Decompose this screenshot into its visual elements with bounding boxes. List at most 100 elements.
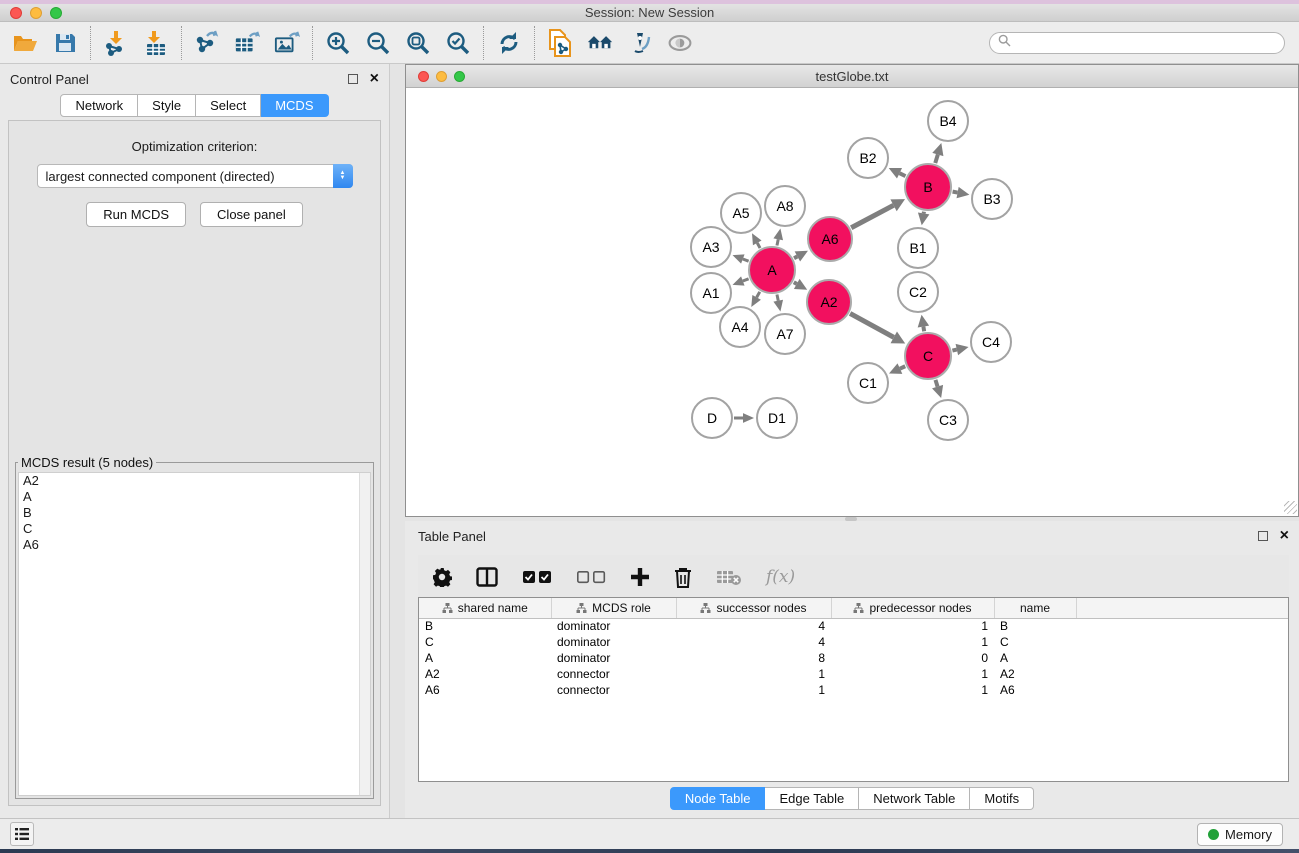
edge-A-A6[interactable] bbox=[794, 256, 797, 258]
cell-successor-nodes[interactable]: 4 bbox=[676, 634, 831, 650]
column-header-predecessor-nodes[interactable]: predecessor nodes bbox=[831, 598, 994, 618]
cell-MCDS-role[interactable]: dominator bbox=[551, 618, 676, 634]
pen-icon[interactable] bbox=[627, 30, 653, 56]
mcds-result-item[interactable]: A2 bbox=[19, 473, 370, 489]
unchecked-pair-icon[interactable] bbox=[576, 570, 606, 584]
graph-node-A1[interactable]: A1 bbox=[690, 272, 732, 314]
search-input[interactable] bbox=[1016, 36, 1276, 50]
node-table[interactable]: shared nameMCDS rolesuccessor nodesprede… bbox=[418, 597, 1289, 782]
edge-A-A2[interactable] bbox=[794, 282, 797, 284]
cell-shared-name[interactable]: A2 bbox=[419, 666, 551, 682]
graph-node-D1[interactable]: D1 bbox=[756, 397, 798, 439]
export-network-icon[interactable] bbox=[194, 30, 220, 56]
mcds-result-item[interactable]: A bbox=[19, 489, 370, 505]
graph-node-A7[interactable]: A7 bbox=[764, 313, 806, 355]
cell-shared-name[interactable]: B bbox=[419, 618, 551, 634]
tab-network-table[interactable]: Network Table bbox=[859, 787, 970, 810]
cell-shared-name[interactable]: A bbox=[419, 650, 551, 666]
open-session-icon[interactable] bbox=[12, 30, 38, 56]
mcds-result-item[interactable]: B bbox=[19, 505, 370, 521]
window-resize-grip[interactable] bbox=[1284, 501, 1297, 514]
graph-node-B1[interactable]: B1 bbox=[897, 227, 939, 269]
graph-node-B4[interactable]: B4 bbox=[927, 100, 969, 142]
cell-successor-nodes[interactable]: 4 bbox=[676, 618, 831, 634]
zoom-out-icon[interactable] bbox=[365, 30, 391, 56]
edge-A6-B[interactable] bbox=[851, 205, 893, 227]
graph-node-C[interactable]: C bbox=[904, 332, 952, 380]
edge-A-A1[interactable] bbox=[743, 279, 749, 281]
edge-C-C2[interactable] bbox=[923, 327, 924, 332]
edge-A-A3[interactable] bbox=[743, 259, 749, 261]
tab-mcds[interactable]: MCDS bbox=[261, 94, 328, 117]
tab-motifs[interactable]: Motifs bbox=[970, 787, 1034, 810]
column-header-shared-name[interactable]: shared name bbox=[419, 598, 551, 618]
graph-node-B2[interactable]: B2 bbox=[847, 137, 889, 179]
network-window-traffic-lights[interactable] bbox=[418, 71, 465, 82]
run-mcds-button[interactable]: Run MCDS bbox=[86, 202, 186, 227]
cell-MCDS-role[interactable]: dominator bbox=[551, 650, 676, 666]
zoom-fit-icon[interactable] bbox=[405, 30, 431, 56]
graph-node-B3[interactable]: B3 bbox=[971, 178, 1013, 220]
search-box[interactable] bbox=[989, 32, 1285, 54]
edge-B-B2[interactable] bbox=[900, 173, 906, 176]
table-row[interactable]: A6connector11A6 bbox=[419, 682, 1289, 698]
tab-network[interactable]: Network bbox=[60, 94, 138, 117]
cell-MCDS-role[interactable]: connector bbox=[551, 666, 676, 682]
graph-node-A6[interactable]: A6 bbox=[807, 216, 853, 262]
graph-node-A4[interactable]: A4 bbox=[719, 306, 761, 348]
import-network-icon[interactable] bbox=[103, 30, 129, 56]
float-table-panel-icon[interactable] bbox=[1258, 531, 1268, 541]
graph-node-B[interactable]: B bbox=[904, 163, 952, 211]
cell-MCDS-role[interactable]: connector bbox=[551, 682, 676, 698]
cell-name[interactable]: A2 bbox=[994, 666, 1076, 682]
zoom-in-icon[interactable] bbox=[325, 30, 351, 56]
cell-name[interactable]: A bbox=[994, 650, 1076, 666]
graph-node-A2[interactable]: A2 bbox=[806, 279, 852, 325]
graph-node-A8[interactable]: A8 bbox=[764, 185, 806, 227]
network-close-icon[interactable] bbox=[418, 71, 429, 82]
cell-successor-nodes[interactable]: 1 bbox=[676, 666, 831, 682]
float-panel-icon[interactable] bbox=[348, 74, 358, 84]
import-table-icon[interactable] bbox=[143, 30, 169, 56]
tab-style[interactable]: Style bbox=[138, 94, 196, 117]
graph-node-C3[interactable]: C3 bbox=[927, 399, 969, 441]
close-panel-button[interactable]: Close panel bbox=[200, 202, 303, 227]
column-header-successor-nodes[interactable]: successor nodes bbox=[676, 598, 831, 618]
table-row[interactable]: Adominator80A bbox=[419, 650, 1289, 666]
graph-node-A[interactable]: A bbox=[748, 246, 796, 294]
cell-predecessor-nodes[interactable]: 1 bbox=[831, 666, 994, 682]
gear-icon[interactable] bbox=[432, 567, 452, 587]
eye-icon[interactable] bbox=[667, 30, 693, 56]
edge-A-A5[interactable] bbox=[757, 243, 760, 248]
columns-icon[interactable] bbox=[476, 567, 498, 587]
cell-predecessor-nodes[interactable]: 1 bbox=[831, 682, 994, 698]
layout-refresh-icon[interactable] bbox=[496, 30, 522, 56]
close-window-icon[interactable] bbox=[10, 7, 22, 19]
list-scrollbar[interactable] bbox=[359, 473, 370, 795]
close-table-panel-icon[interactable]: × bbox=[1280, 531, 1289, 541]
cell-successor-nodes[interactable]: 1 bbox=[676, 682, 831, 698]
graph-node-A3[interactable]: A3 bbox=[690, 226, 732, 268]
table-row[interactable]: Cdominator41C bbox=[419, 634, 1289, 650]
edge-B-B4[interactable] bbox=[935, 154, 938, 163]
network-minimize-icon[interactable] bbox=[436, 71, 447, 82]
column-header-MCDS-role[interactable]: MCDS role bbox=[551, 598, 676, 618]
minimize-window-icon[interactable] bbox=[30, 7, 42, 19]
table-row[interactable]: A2connector11A2 bbox=[419, 666, 1289, 682]
traffic-lights[interactable] bbox=[10, 7, 62, 19]
cell-name[interactable]: C bbox=[994, 634, 1076, 650]
edge-A2-C[interactable] bbox=[850, 313, 894, 337]
network-zoom-icon[interactable] bbox=[454, 71, 465, 82]
edge-C-C3[interactable] bbox=[935, 380, 937, 387]
trash-icon[interactable] bbox=[674, 567, 692, 588]
save-session-icon[interactable] bbox=[52, 30, 78, 56]
function-builder-icon[interactable]: f(x) bbox=[766, 567, 795, 587]
cell-shared-name[interactable]: A6 bbox=[419, 682, 551, 698]
graph-node-D[interactable]: D bbox=[691, 397, 733, 439]
edge-A-A8[interactable] bbox=[777, 239, 778, 245]
edge-C-C4[interactable] bbox=[952, 350, 956, 351]
plus-icon[interactable] bbox=[630, 567, 650, 587]
network-window-titlebar[interactable]: testGlobe.txt bbox=[406, 65, 1298, 88]
cell-successor-nodes[interactable]: 8 bbox=[676, 650, 831, 666]
tab-node-table[interactable]: Node Table bbox=[670, 787, 766, 810]
